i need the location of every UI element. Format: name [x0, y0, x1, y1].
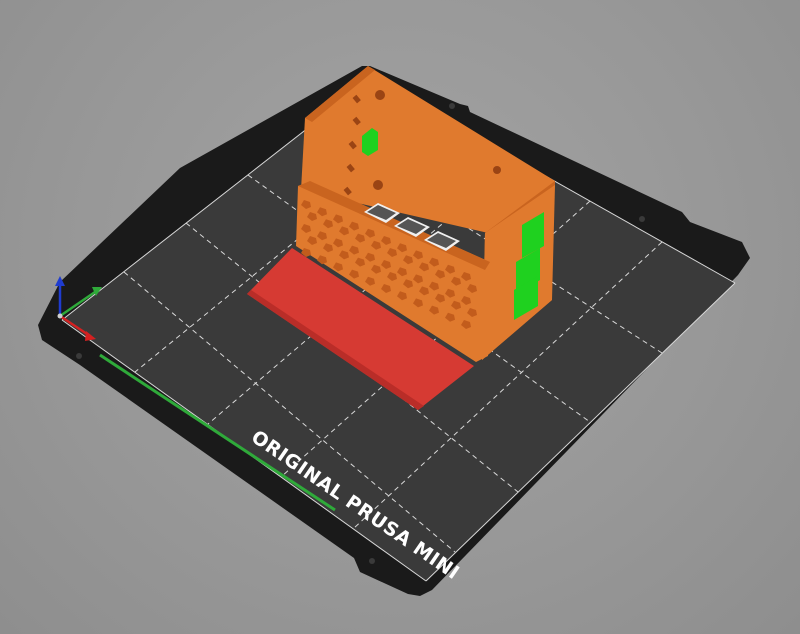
scene-canvas[interactable]: ORIGINAL PRUSA MINI	[0, 0, 800, 634]
3d-viewport[interactable]: ORIGINAL PRUSA MINI	[0, 0, 800, 634]
origin-point	[57, 313, 63, 319]
